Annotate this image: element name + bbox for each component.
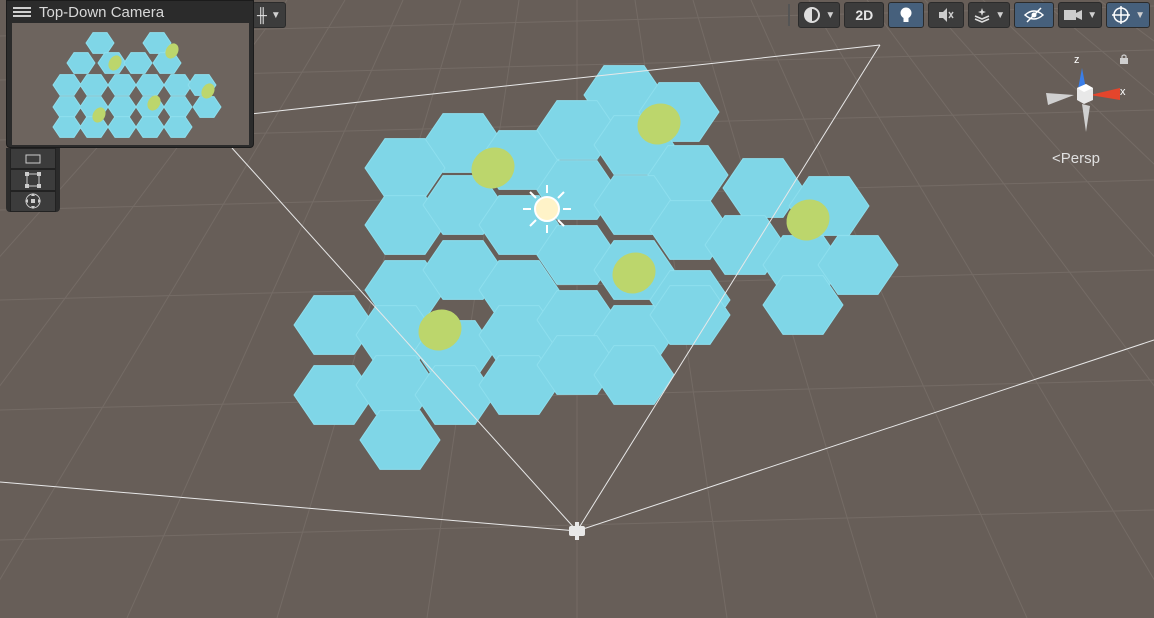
scene-toolbar-right: ▼ 2D ▼ ▼ ▼ — [788, 1, 1150, 29]
preview-hex-tile — [163, 116, 193, 138]
draw-mode-button[interactable]: ▼ — [798, 2, 841, 28]
camera-icon — [1064, 10, 1083, 20]
scene-camera-button[interactable]: ▼ — [1058, 2, 1103, 28]
grid-icon: ╫ — [257, 7, 267, 23]
lighting-toggle-button[interactable] — [888, 2, 925, 28]
chevron-down-icon: ▼ — [1135, 9, 1145, 21]
effects-button[interactable]: ▼ — [968, 2, 1011, 28]
x-axis-label: x — [1120, 86, 1126, 98]
scene-visibility-button[interactable] — [1014, 2, 1055, 28]
rect-tool-button[interactable] — [10, 148, 56, 170]
preview-hex-tile — [85, 32, 115, 54]
lightbulb-icon — [900, 7, 912, 22]
toolbar-divider — [788, 4, 791, 26]
chevron-down-icon: ▼ — [1087, 9, 1098, 21]
projection-toggle[interactable]: <Persp — [1052, 150, 1100, 167]
camera-preview-image — [12, 23, 249, 145]
preview-hex-map — [52, 32, 222, 138]
scene-tools-panel — [6, 148, 60, 212]
overlay-header[interactable]: Top-Down Camera — [7, 1, 253, 23]
projection-label: Persp — [1060, 150, 1100, 167]
z-axis-label: z — [1074, 54, 1080, 66]
layers-effects-icon — [974, 8, 990, 23]
lock-icon[interactable] — [1119, 54, 1129, 64]
camera-preview-overlay[interactable]: Top-Down Camera — [6, 0, 254, 148]
neg-y-axis-cone[interactable] — [1082, 104, 1090, 132]
gizmo-icon — [1112, 6, 1131, 24]
transform-icon — [25, 193, 41, 210]
audio-muted-icon — [939, 8, 954, 22]
menu-icon[interactable] — [13, 7, 31, 17]
gizmos-button[interactable]: ▼ — [1106, 2, 1150, 28]
preview-hex-tile — [52, 96, 82, 118]
draw-mode-icon — [804, 7, 821, 23]
x-axis-cone[interactable] — [1090, 88, 1120, 100]
rect-transform-button[interactable] — [10, 169, 56, 191]
preview-hex-tile — [123, 52, 153, 74]
chevron-down-icon: ▼ — [825, 9, 836, 21]
rect-tool-icon — [25, 154, 41, 164]
preview-hex-tile — [66, 52, 96, 74]
transform-tool-button[interactable] — [10, 190, 56, 212]
preview-hex-tile — [107, 74, 137, 96]
audio-toggle-button[interactable] — [928, 2, 965, 28]
preview-hex-tile — [79, 74, 109, 96]
overlay-title: Top-Down Camera — [39, 3, 165, 21]
chevron-left-icon: < — [1052, 150, 1061, 167]
grid-snapping-button[interactable]: ╫ ▼ — [252, 2, 286, 28]
rect-transform-icon — [25, 171, 41, 188]
preview-hex-tile — [52, 116, 82, 138]
chevron-down-icon: ▼ — [270, 9, 281, 21]
eye-hidden-icon — [1024, 7, 1045, 23]
neg-x-axis-cone[interactable] — [1046, 93, 1074, 105]
preview-hex-tile — [52, 74, 82, 96]
preview-hex-tile — [107, 116, 137, 138]
directional-light-icon[interactable] — [523, 185, 571, 233]
chevron-down-icon: ▼ — [995, 9, 1006, 21]
mode-2d-button[interactable]: 2D — [844, 2, 885, 28]
preview-hex-tile — [192, 96, 222, 118]
orientation-gizmo[interactable]: z x — [1042, 52, 1142, 152]
preview-hex-tile — [135, 74, 165, 96]
preview-hex-tile — [107, 96, 137, 118]
preview-hex-tile — [163, 96, 193, 118]
preview-hex-tile — [135, 116, 165, 138]
